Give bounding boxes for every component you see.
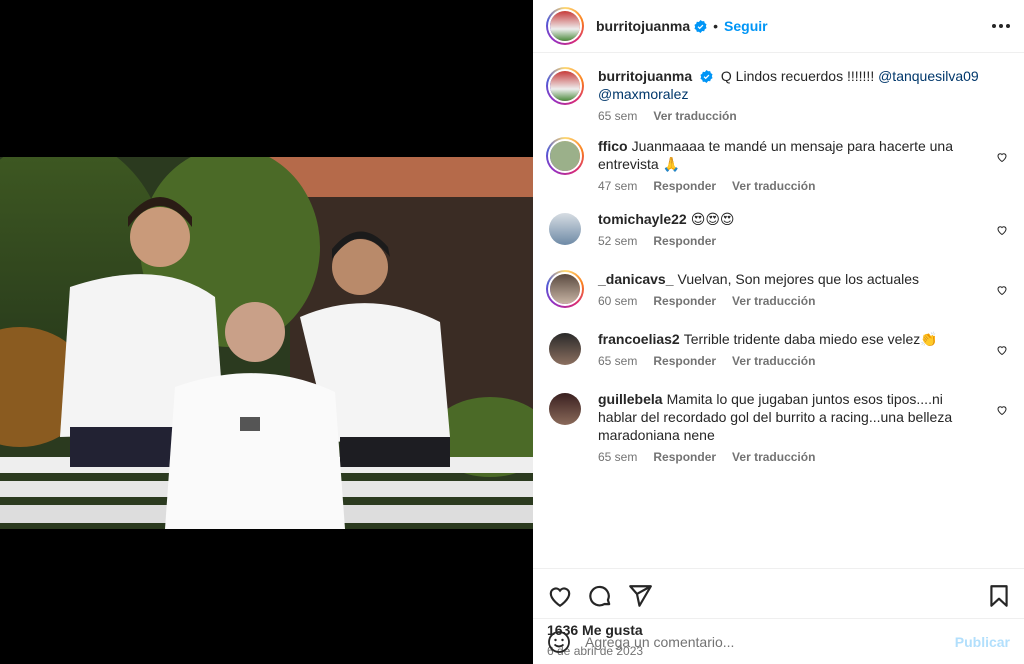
reply-button[interactable]: Responder [653,179,716,193]
caption-avatar[interactable] [546,67,584,105]
caption: burritojuanma Q Lindos recuerdos !!!!!!!… [546,67,1010,123]
author-avatar[interactable] [546,7,584,45]
follow-button[interactable]: Seguir [724,18,768,34]
comment-username[interactable]: _danicavs_ [598,271,674,287]
comment-username[interactable]: tomichayle22 [598,211,687,227]
comment-time: 60 sem [598,294,638,308]
like-comment-heart-icon[interactable] [996,284,1008,296]
comment-time: 47 sem [598,179,638,193]
post-photo [0,157,533,529]
translate-link[interactable]: Ver traducción [732,450,815,464]
caption-time: 65 sem [598,109,638,123]
comment-username[interactable]: guillebela [598,391,663,407]
translate-link[interactable]: Ver traducción [732,294,815,308]
save-bookmark-icon[interactable] [986,583,1012,609]
comment-item: tomichayle22 😍😍😍 52 sem Responder [546,210,1010,248]
comment-text: Terrible tridente daba miedo ese velez👏 [683,331,938,347]
comment-item: francoelias2 Terrible tridente daba miedo… [546,330,1010,368]
commenter-avatar[interactable] [546,137,584,175]
comment-username[interactable]: ffico [598,138,628,154]
commenter-avatar[interactable] [546,330,584,368]
action-bar [533,568,1024,622]
like-comment-heart-icon[interactable] [996,344,1008,356]
separator-dot: • [713,18,719,34]
verified-badge-icon [694,19,707,33]
like-comment-heart-icon[interactable] [996,151,1008,163]
share-send-icon[interactable] [627,583,653,609]
like-comment-heart-icon[interactable] [996,224,1008,236]
verified-badge-icon [700,70,713,83]
comment-time: 65 sem [598,354,638,368]
author-username[interactable]: burritojuanma [596,18,690,34]
more-options-icon[interactable] [992,24,1010,28]
comments-list[interactable]: burritojuanma Q Lindos recuerdos !!!!!!!… [533,53,1024,568]
commenter-avatar[interactable] [546,210,584,248]
mention-link[interactable]: @tanquesilva09 [878,68,979,84]
post-panel: burritojuanma • Seguir burritojuanma Q L… [533,0,1024,664]
translate-link[interactable]: Ver traducción [653,109,736,123]
add-comment-bar: Publicar [533,618,1024,664]
comment-item: ffico Juanmaaaa te mandé un mensaje para … [546,137,1010,193]
comment-time: 65 sem [598,450,638,464]
comment-bubble-icon[interactable] [587,583,613,609]
commenter-avatar[interactable] [546,270,584,308]
reply-button[interactable]: Responder [653,450,716,464]
caption-username[interactable]: burritojuanma [598,68,692,84]
comment-text: 😍😍😍 [690,211,735,227]
like-comment-heart-icon[interactable] [996,404,1008,416]
reply-button[interactable]: Responder [653,234,716,248]
mention-link[interactable]: @maxmoralez [598,86,688,102]
like-heart-icon[interactable] [547,583,573,609]
comment-text: Juanmaaaa te mandé un mensaje para hacer… [598,138,954,172]
emoji-icon[interactable] [547,630,571,654]
publish-button[interactable]: Publicar [955,634,1010,650]
comment-username[interactable]: francoelias2 [598,331,680,347]
comment-time: 52 sem [598,234,638,248]
comment-item: _danicavs_ Vuelvan, Son mejores que los a… [546,270,1010,308]
translate-link[interactable]: Ver traducción [732,354,815,368]
reply-button[interactable]: Responder [653,354,716,368]
caption-text: Q Lindos recuerdos !!!!!!! [720,68,875,84]
comment-text: Vuelvan, Son mejores que los actuales [677,271,920,287]
reply-button[interactable]: Responder [653,294,716,308]
comment-item: guillebela Mamita lo que jugaban juntos e… [546,390,1010,464]
post-media[interactable] [0,0,533,664]
team-photo-illustration [0,157,533,529]
translate-link[interactable]: Ver traducción [732,179,815,193]
post-header: burritojuanma • Seguir [533,0,1024,53]
comment-input[interactable] [585,633,955,650]
commenter-avatar[interactable] [546,390,584,428]
